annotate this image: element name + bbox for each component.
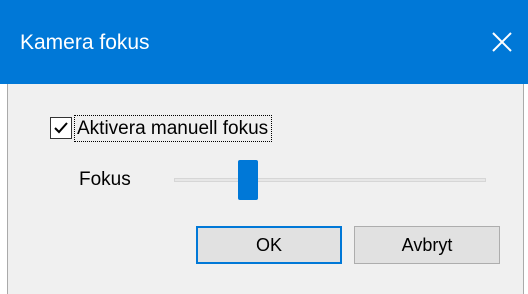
manual-focus-option[interactable]: Aktivera manuell fokus [50,114,273,142]
checkmark-icon [54,122,68,134]
focus-slider-thumb[interactable] [238,160,258,200]
dialog-content: Aktivera manuell fokus Fokus OK Avbryt [8,84,523,294]
focus-slider-track[interactable] [174,178,486,182]
focus-slider[interactable] [174,160,486,200]
close-icon [492,32,512,52]
ok-button[interactable]: OK [196,226,342,264]
focus-label: Fokus [79,169,131,190]
close-button[interactable] [482,22,522,62]
cancel-button[interactable]: Avbryt [354,226,500,264]
camera-focus-dialog: Kamera fokus Aktivera manuell fokus Foku… [0,0,528,294]
title-bar: Kamera fokus [0,0,528,84]
dialog-title: Kamera fokus [20,31,150,54]
manual-focus-label[interactable]: Aktivera manuell fokus [74,114,273,142]
manual-focus-checkbox[interactable] [50,117,72,139]
window-left-border [0,84,8,294]
window-right-border [523,84,528,294]
